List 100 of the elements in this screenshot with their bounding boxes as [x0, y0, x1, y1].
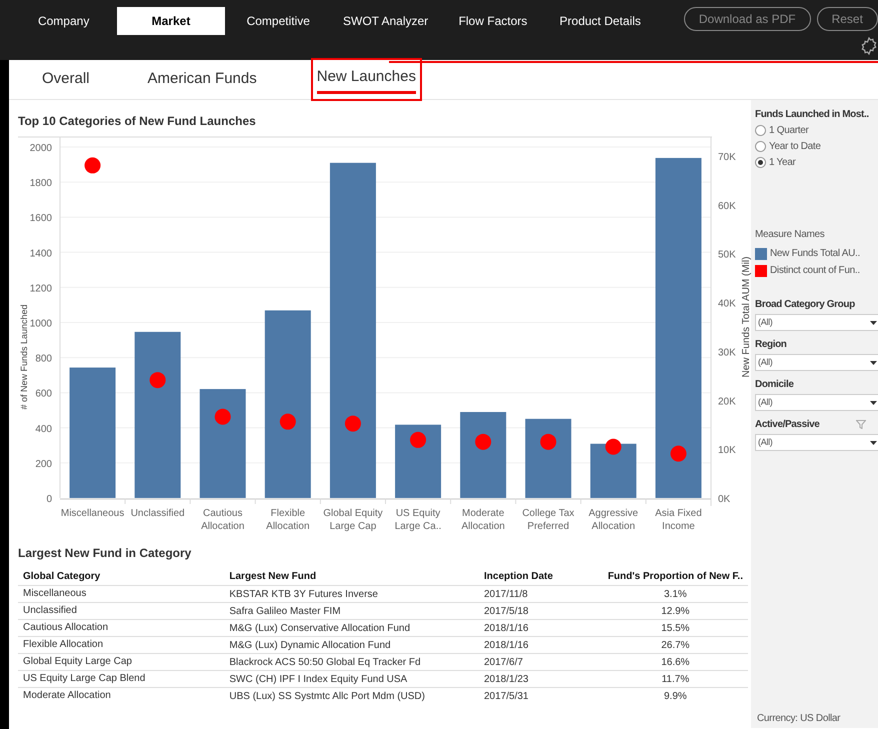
data-point — [670, 446, 686, 462]
table-cell: US Equity Large Cap Blend — [18, 670, 224, 688]
table-cell: KBSTAR KTB 3Y Futures Inverse — [224, 586, 479, 602]
legend-title: Measure Names — [755, 228, 826, 242]
tick-label: 0K — [718, 494, 730, 505]
table-cell: Safra Galileo Master FIM — [224, 602, 479, 620]
category-label: College Tax Preferred — [522, 508, 574, 532]
column-header: Fund's Proportion of New F.. — [602, 568, 748, 586]
table-cell: M&G (Lux) Dynamic Allocation Fund — [224, 636, 479, 654]
nav-tab[interactable]: Flow Factors — [439, 7, 547, 35]
category-label: Flexible Allocation — [266, 508, 310, 532]
radio-option[interactable]: 1 Year — [755, 154, 878, 170]
action-button[interactable]: Reset — [816, 7, 878, 31]
caret-icon — [870, 440, 877, 444]
caret-icon — [870, 360, 877, 364]
table-cell: Global Equity Large Cap — [18, 654, 224, 670]
sub-tab[interactable]: Overall — [38, 64, 94, 95]
tick-label: 50K — [718, 250, 736, 261]
category-label: Moderate Allocation — [461, 508, 505, 532]
chart-title: Top 10 Categories of New Fund Launches — [18, 113, 257, 130]
currency-label: Currency: US Dollar — [757, 712, 840, 726]
table-cell: 12.9% — [602, 602, 748, 620]
tick-label: 30K — [718, 347, 736, 358]
table-cell: 2017/5/31 — [479, 688, 603, 704]
tick-label: 1600 — [30, 213, 52, 224]
category-label: Asia Fixed Income — [655, 508, 702, 532]
data-point — [214, 408, 231, 425]
table-cell: 3.1% — [602, 586, 748, 602]
table-cell: Blackrock ACS 50:50 Global Eq Tracker Fd — [224, 654, 479, 670]
table-cell: 2018/1/23 — [479, 670, 603, 688]
table-title: Largest New Fund in Category — [18, 545, 192, 562]
filter-dropdown[interactable]: (All) — [755, 314, 878, 331]
nav-tab[interactable]: Company — [10, 7, 118, 35]
sub-tab[interactable]: New Launches — [310, 58, 422, 101]
radio-option[interactable]: 1 Quarter — [755, 122, 878, 138]
filter-label: Broad Category Group — [755, 298, 855, 312]
column-header: Global Category — [18, 568, 224, 586]
tick-label: 70K — [718, 152, 736, 163]
nav-tab[interactable]: Competitive — [224, 7, 332, 35]
table-cell: Moderate Allocation — [18, 688, 224, 704]
tick-label: 20K — [718, 396, 736, 408]
table-cell: 26.7% — [602, 636, 748, 654]
category-label: US Equity Large Ca.. — [394, 508, 442, 532]
table-cell: UBS (Lux) SS Systmtc Allc Port Mdm (USD) — [224, 688, 479, 704]
category-label: Aggressive Allocation — [588, 508, 638, 532]
nav-tab[interactable]: SWOT Analyzer — [332, 7, 440, 35]
data-point — [605, 438, 622, 455]
data-point — [540, 434, 556, 450]
table-cell: Unclassified — [18, 602, 224, 620]
filter-dropdown[interactable]: (All) — [755, 434, 878, 451]
data-point — [280, 414, 296, 430]
legend-label: Distinct count of Fun.. — [770, 264, 860, 278]
category-label: Cautious Allocation — [201, 508, 244, 532]
data-point — [410, 432, 426, 448]
category-label: Unclassified — [130, 508, 185, 519]
radio-option[interactable]: Year to Date — [755, 138, 878, 154]
category-label: Global Equity Large Cap — [323, 508, 383, 532]
bar — [590, 444, 636, 498]
table-cell: Flexible Allocation — [18, 636, 224, 654]
tick-label: 200 — [35, 458, 52, 470]
sub-tab[interactable]: American Funds — [144, 64, 261, 95]
nav-tab[interactable]: Product Details — [546, 7, 654, 35]
caret-icon — [870, 320, 877, 324]
category-label: Miscellaneous — [60, 508, 124, 519]
filter-dropdown[interactable]: (All) — [755, 394, 878, 411]
table-cell: Miscellaneous — [18, 586, 224, 602]
filter-label: Region — [755, 338, 786, 352]
table-cell: 2018/1/16 — [479, 620, 603, 636]
tick-label: 1400 — [30, 248, 52, 260]
tick-label: 40K — [718, 298, 736, 310]
nav-tab[interactable]: Market — [117, 7, 225, 35]
filter-title: Funds Launched in Most.. — [755, 108, 870, 122]
table-cell: 15.5% — [602, 620, 748, 636]
filter-dropdown[interactable]: (All) — [755, 354, 878, 371]
column-header: Largest New Fund — [224, 568, 479, 586]
filter-label: Active/Passive — [755, 418, 820, 432]
filter-label: Domicile — [755, 378, 794, 392]
table-cell: 9.9% — [602, 688, 748, 704]
data-point — [84, 157, 101, 174]
table-cell: 2018/1/16 — [479, 636, 603, 654]
legend-label: New Funds Total AU.. — [770, 247, 860, 261]
tick-label: 60K — [718, 200, 736, 212]
tick-label: 600 — [35, 388, 52, 400]
table-cell: 16.6% — [602, 654, 748, 670]
table-cell: 2017/11/8 — [479, 586, 603, 602]
axis-title: # of New Funds Launched — [19, 304, 29, 410]
table-cell: Cautious Allocation — [18, 620, 224, 636]
tick-label: 0 — [46, 494, 52, 505]
action-button[interactable]: Download as PDF — [684, 7, 811, 31]
data-point — [344, 416, 361, 432]
data-point — [150, 372, 166, 388]
column-header: Inception Date — [479, 568, 603, 586]
tick-label: 2000 — [30, 143, 52, 154]
settings-icon[interactable] — [860, 37, 878, 55]
tick-label: 800 — [35, 354, 52, 365]
tick-label: 400 — [35, 424, 52, 435]
table-cell: M&G (Lux) Conservative Allocation Fund — [224, 620, 479, 636]
tick-label: 10K — [718, 445, 736, 456]
tick-label: 1000 — [30, 318, 52, 330]
tick-label: 1800 — [30, 178, 52, 190]
